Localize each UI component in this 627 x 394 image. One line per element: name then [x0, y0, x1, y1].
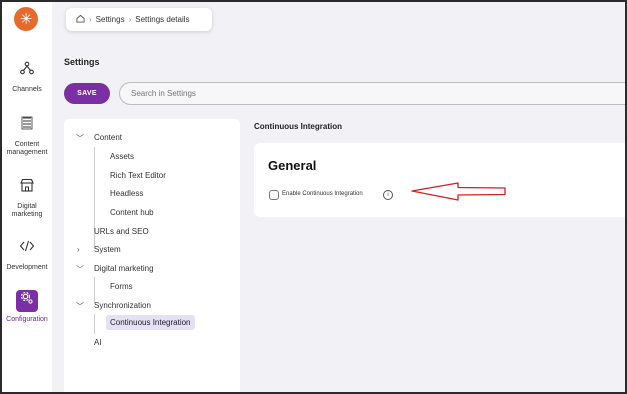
- info-icon[interactable]: i: [383, 190, 393, 200]
- breadcrumb-item-current: Settings details: [135, 15, 190, 24]
- content-icon: [16, 115, 38, 137]
- store-icon: [16, 177, 38, 199]
- rail-item-development[interactable]: Development: [2, 238, 52, 272]
- tree-item-continuous-integration[interactable]: Continuous Integration: [106, 315, 195, 330]
- left-rail: ✳ Channels Content management Digital ma…: [2, 2, 52, 392]
- enable-ci-checkbox[interactable]: [269, 190, 279, 200]
- checkbox-label[interactable]: Enable Continuous Integration: [282, 191, 363, 197]
- tree-guide-line: [94, 314, 95, 334]
- tree-item-headless[interactable]: Headless: [110, 189, 143, 198]
- settings-tree: ﹀ Content Assets Rich Text Editor Headle…: [64, 119, 240, 392]
- chevron-right-icon[interactable]: ›: [77, 245, 80, 254]
- rail-label: Content management: [6, 141, 48, 156]
- tree-item-forms[interactable]: Forms: [110, 282, 133, 291]
- tree-item-content[interactable]: Content: [94, 133, 122, 142]
- chevron-down-icon[interactable]: ﹀: [76, 133, 84, 144]
- rail-label: Configuration: [6, 316, 48, 323]
- code-icon: [16, 238, 38, 260]
- rail-item-channels[interactable]: Channels: [2, 60, 52, 94]
- annotation-arrow-icon: [411, 182, 506, 201]
- search-input[interactable]: [119, 82, 625, 105]
- home-icon[interactable]: [76, 14, 85, 25]
- rail-label: Digital marketing: [11, 203, 43, 218]
- asterisk-logo-icon[interactable]: ✳: [14, 7, 38, 31]
- chevron-down-icon[interactable]: ﹀: [76, 301, 84, 312]
- chevron-right-icon: ›: [128, 15, 132, 24]
- tree-guide-line: [94, 277, 95, 303]
- tree-item-ai[interactable]: AI: [94, 338, 102, 347]
- card-title: General: [268, 158, 317, 173]
- tree-item-content-hub[interactable]: Content hub: [110, 208, 154, 217]
- rail-label: Channels: [12, 86, 42, 93]
- tree-item-urls-seo[interactable]: URLs and SEO: [94, 227, 149, 236]
- save-button[interactable]: SAVE: [64, 83, 110, 104]
- chevron-down-icon[interactable]: ﹀: [76, 264, 84, 275]
- section-title: Continuous Integration: [254, 122, 342, 131]
- gear-icon: [16, 290, 38, 312]
- tree-item-synchronization[interactable]: Synchronization: [94, 301, 151, 310]
- rail-item-content-management[interactable]: Content management: [2, 115, 52, 157]
- tree-item-digital-marketing[interactable]: Digital marketing: [94, 264, 154, 273]
- breadcrumb-item-settings[interactable]: Settings: [96, 15, 125, 24]
- tree-item-system[interactable]: System: [94, 245, 121, 254]
- general-card: General Enable Continuous Integration i: [254, 143, 625, 217]
- tree-item-rich-text-editor[interactable]: Rich Text Editor: [110, 171, 166, 180]
- app-window: ✳ Channels Content management Digital ma…: [0, 0, 627, 394]
- rail-item-configuration[interactable]: Configuration: [2, 290, 52, 324]
- rail-label: Development: [6, 264, 48, 271]
- rail-item-digital-marketing[interactable]: Digital marketing: [2, 177, 52, 219]
- breadcrumb: › Settings › Settings details: [66, 8, 212, 31]
- tree-item-assets[interactable]: Assets: [110, 152, 134, 161]
- page-title: Settings: [64, 57, 100, 67]
- chevron-right-icon: ›: [89, 15, 92, 24]
- channels-icon: [16, 60, 38, 82]
